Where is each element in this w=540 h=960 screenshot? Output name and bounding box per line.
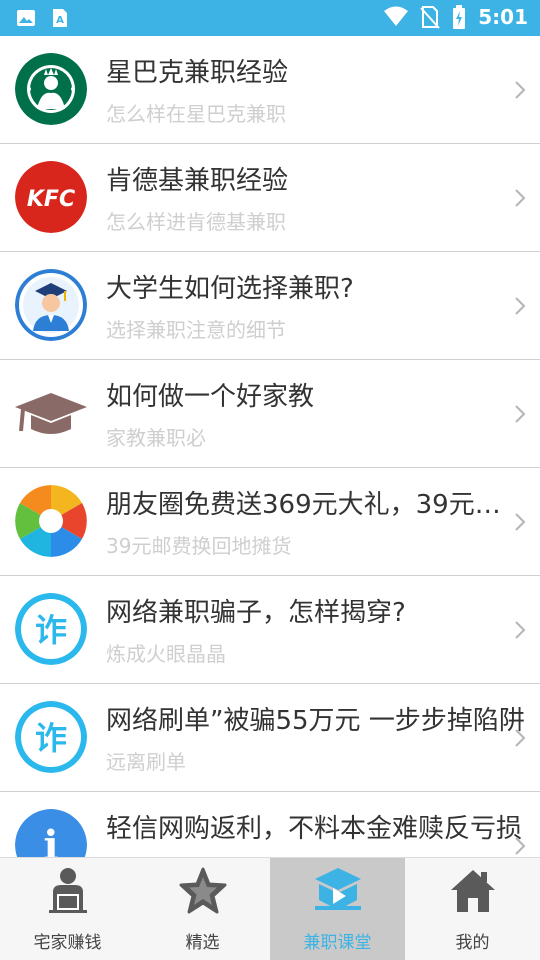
info-icon-text: i: [43, 822, 58, 857]
item-subtitle: 39元邮费换回地摊货: [106, 534, 292, 558]
fraud-icon-text: 诈: [35, 611, 67, 649]
starbucks-logo: [15, 53, 87, 125]
info-icon: i: [15, 809, 87, 857]
bottom-nav: 宅家赚钱 精选 兼职课堂 我的: [0, 857, 540, 960]
list-item[interactable]: i 轻信网购返利，不料本金难赎反亏损: [0, 792, 540, 857]
tab-label: 精选: [185, 933, 220, 953]
item-title: 肯德基兼职经验: [106, 166, 289, 196]
chevron-right-icon: [515, 297, 526, 315]
item-subtitle: 远离刷单: [106, 750, 186, 774]
tab-featured[interactable]: 精选: [135, 858, 270, 960]
list-item[interactable]: 如何做一个好家教 家教兼职必: [0, 360, 540, 468]
image-icon: [17, 10, 35, 26]
item-title: 朋友圈免费送369元大礼，39元邮费换回地摊货: [106, 490, 526, 520]
item-subtitle: 选择兼职注意的细节: [106, 318, 286, 342]
list-item[interactable]: 朋友圈免费送369元大礼，39元邮费换回地摊货 39元邮费换回地摊货: [0, 468, 540, 576]
tab-label: 我的: [455, 933, 490, 953]
fraud-icon: 诈: [15, 701, 87, 773]
video-class-icon: [315, 868, 361, 910]
item-subtitle: 怎么样进肯德基兼职: [106, 210, 286, 234]
tab-mine[interactable]: 我的: [405, 858, 540, 960]
aperture-icon: [15, 485, 87, 557]
worker-icon: [49, 868, 87, 913]
fraud-icon-text: 诈: [35, 719, 67, 757]
clock: 5:01: [478, 5, 528, 29]
list-item[interactable]: 诈 网络刷单”被骗55万元 一步步掉陷阱 远离刷单: [0, 684, 540, 792]
text-app-icon: A: [53, 9, 67, 27]
chevron-right-icon: [515, 405, 526, 423]
item-subtitle: 家教兼职必: [106, 426, 206, 450]
chevron-right-icon: [515, 729, 526, 747]
article-list[interactable]: 星巴克兼职经验 怎么样在星巴克兼职 KFC 肯德基兼职经验 怎么样进肯德基兼职: [0, 36, 540, 857]
item-subtitle: 炼成火眼晶晶: [106, 642, 226, 666]
tab-label: 兼职课堂: [303, 933, 372, 953]
svg-text:A: A: [56, 15, 64, 26]
item-subtitle: 怎么样在星巴克兼职: [106, 102, 286, 126]
star-icon: [179, 867, 227, 914]
battery-charging-icon: [453, 5, 466, 29]
item-title: 轻信网购返利，不料本金难赎反亏损: [106, 814, 523, 844]
chevron-right-icon: [515, 81, 526, 99]
tab-label: 宅家赚钱: [33, 933, 102, 953]
tab-home-earn[interactable]: 宅家赚钱: [0, 858, 135, 960]
item-title: 网络刷单”被骗55万元 一步步掉陷阱: [106, 706, 525, 736]
chevron-right-icon: [515, 837, 526, 855]
no-sim-icon: [420, 6, 440, 29]
item-title: 如何做一个好家教: [106, 382, 315, 412]
graduate-avatar-icon: [15, 269, 87, 341]
item-title: 网络兼职骗子，怎样揭穿?: [106, 598, 406, 628]
fraud-icon: 诈: [15, 593, 87, 665]
chevron-right-icon: [515, 513, 526, 531]
item-title: 星巴克兼职经验: [106, 58, 289, 88]
kfc-logo: KFC: [15, 161, 87, 233]
wifi-icon: [384, 6, 409, 26]
list-item[interactable]: KFC 肯德基兼职经验 怎么样进肯德基兼职: [0, 144, 540, 252]
list-item[interactable]: 星巴克兼职经验 怎么样在星巴克兼职: [0, 36, 540, 144]
list-item[interactable]: 大学生如何选择兼职? 选择兼职注意的细节: [0, 252, 540, 360]
home-icon: [451, 870, 495, 912]
tab-part-time-class[interactable]: 兼职课堂: [270, 858, 405, 960]
status-bar: A 5:01: [0, 0, 540, 36]
chevron-right-icon: [515, 189, 526, 207]
list-item[interactable]: 诈 网络兼职骗子，怎样揭穿? 炼成火眼晶晶: [0, 576, 540, 684]
chevron-right-icon: [515, 621, 526, 639]
item-title: 大学生如何选择兼职?: [106, 274, 354, 304]
kfc-logo-text: KFC: [27, 187, 75, 212]
graduation-cap-icon: [15, 377, 87, 449]
